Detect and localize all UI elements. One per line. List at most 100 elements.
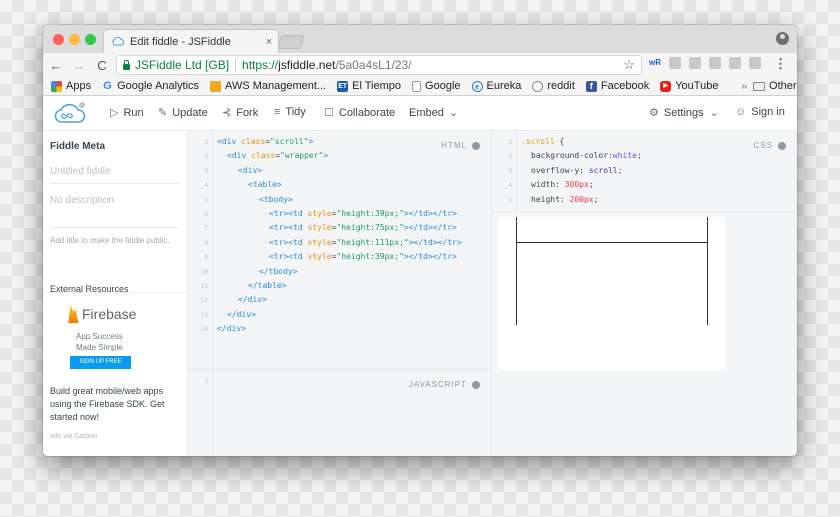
code-line: <tr><td style="height:75px;"></td></tr> xyxy=(269,223,457,233)
bookmark-eureka[interactable]: e Eureka xyxy=(471,80,521,92)
code-line: </div> xyxy=(238,295,267,305)
bookmark-star-icon[interactable]: ☆ xyxy=(623,57,635,73)
extension-icon[interactable] xyxy=(709,57,721,69)
drive-extension-icon[interactable] xyxy=(689,57,701,69)
carbon-ad[interactable]: Firebase App Success Made Simple SIGN UP… xyxy=(43,292,187,456)
close-window-button[interactable] xyxy=(53,34,64,45)
reddit-icon xyxy=(532,80,544,92)
ad-copy[interactable]: Build great mobile/web apps using the Fi… xyxy=(50,385,182,424)
wordreference-extension-icon[interactable]: wR xyxy=(649,57,661,69)
line-number: 4 xyxy=(508,182,512,190)
html-editor[interactable]: 1 2 3 4 5 6 7 8 9 10 11 12 13 14 <div class="scroll">… xyxy=(188,131,492,369)
fiddle-title-input[interactable]: Untitled fiddle xyxy=(50,166,179,184)
lock-icon xyxy=(123,59,130,70)
html-label: HTML xyxy=(441,141,467,150)
collaborate-button[interactable]: ☐ Collaborate xyxy=(324,106,395,120)
bookmark-google[interactable]: Google xyxy=(412,80,461,92)
run-label: Run xyxy=(123,106,144,119)
javascript-editor[interactable]: 1 JAVASCRIPT xyxy=(188,369,492,456)
eureka-icon: e xyxy=(471,80,483,92)
firebase-logo[interactable]: Firebase xyxy=(67,305,136,323)
bookmarks-bar: Apps G Google Analytics AWS Management...… xyxy=(43,77,797,96)
new-tab-button[interactable] xyxy=(277,35,305,49)
jsfiddle-logo[interactable] xyxy=(54,101,86,125)
divider xyxy=(235,58,237,72)
bookmarks-overflow-button[interactable]: » xyxy=(741,81,747,92)
fork-label: Fork xyxy=(236,106,259,119)
smiley-icon: ☺ xyxy=(735,106,747,118)
code-line: </div> xyxy=(227,309,256,319)
fiddle-description-input[interactable]: No description xyxy=(50,195,179,228)
bookmark-google-analytics[interactable]: G Google Analytics xyxy=(102,80,199,92)
sign-up-free-button[interactable]: SIGN UP FREE xyxy=(70,356,131,369)
other-bookmarks[interactable]: Other Bookmarks xyxy=(753,80,797,92)
bookmark-label: Facebook xyxy=(600,80,650,92)
bookmark-aws[interactable]: AWS Management... xyxy=(210,80,326,92)
facebook-icon: f xyxy=(585,80,597,92)
settings-dropdown[interactable]: ⚙ Settings ⌄ xyxy=(649,106,724,120)
bookmark-reddit[interactable]: reddit xyxy=(532,80,575,92)
gear-icon[interactable] xyxy=(472,141,480,150)
back-button[interactable]: ← xyxy=(46,58,66,73)
document-icon xyxy=(412,80,422,92)
line-number: 8 xyxy=(204,239,208,247)
html-panel-label[interactable]: HTML xyxy=(441,141,480,150)
embed-dropdown[interactable]: Embed ⌄ xyxy=(409,106,463,120)
bookmark-facebook[interactable]: f Facebook xyxy=(585,80,650,92)
gear-icon[interactable] xyxy=(778,141,786,150)
line-number: 2 xyxy=(204,153,208,161)
tab-close-icon[interactable]: × xyxy=(260,36,278,48)
javascript-label: JAVASCRIPT xyxy=(408,380,467,389)
sign-in-button[interactable]: ☺ Sign in xyxy=(735,106,785,118)
maximize-window-button[interactable] xyxy=(85,34,96,45)
html-code[interactable]: <div class="scroll"> <div class="wrapper… xyxy=(217,137,462,333)
line-number: 11 xyxy=(200,283,208,290)
update-label: Update xyxy=(172,106,208,119)
reload-button[interactable]: C xyxy=(92,58,112,73)
browser-tab[interactable]: Edit fiddle - JSFiddle × xyxy=(103,29,279,53)
run-button[interactable]: ▷ Run xyxy=(110,106,144,120)
certificate-label[interactable]: JSFiddle Ltd [GB] xyxy=(135,58,229,72)
result-iframe[interactable] xyxy=(498,217,725,370)
forward-button[interactable]: → xyxy=(69,58,89,73)
minimize-window-button[interactable] xyxy=(69,34,80,45)
line-number: 14 xyxy=(200,326,208,334)
tidy-label: Tidy xyxy=(285,106,306,118)
css-code[interactable]: .scroll { background-color:white; overfl… xyxy=(521,137,642,204)
gear-icon[interactable] xyxy=(472,380,480,389)
external-resources-heading[interactable]: External Resources xyxy=(50,284,129,292)
line-number: 2 xyxy=(508,153,512,161)
bookmark-apps[interactable]: Apps xyxy=(51,80,91,92)
result-panel[interactable] xyxy=(492,211,797,456)
line-number: 13 xyxy=(200,311,208,319)
profile-icon[interactable] xyxy=(776,32,789,45)
extension-icon[interactable] xyxy=(749,57,761,69)
align-lines-icon: ≡ xyxy=(274,106,281,118)
tidy-button[interactable]: ≡ Tidy xyxy=(274,106,306,118)
update-button[interactable]: ✎ Update xyxy=(158,106,208,120)
fork-button[interactable]: ⊰ Fork xyxy=(222,106,259,120)
extension-icon[interactable] xyxy=(729,57,741,69)
address-bar[interactable]: JSFiddle Ltd [GB] https:// jsfiddle.net … xyxy=(116,55,642,75)
jsfiddle-header: ▷ Run ✎ Update ⊰ Fork ≡ Tidy ☐ Collaborate Em… xyxy=(43,96,797,131)
javascript-panel-label[interactable]: JAVASCRIPT xyxy=(409,380,480,389)
line-gutter: 1 2 3 4 5 xyxy=(492,131,517,211)
ads-via-carbon-link[interactable]: ads via Carbon xyxy=(50,433,97,440)
browser-menu-icon[interactable]: ⋮ xyxy=(774,56,787,72)
fiddle-meta-heading: Fiddle Meta xyxy=(50,141,106,152)
pencil-icon: ✎ xyxy=(158,107,168,119)
line-number: 5 xyxy=(204,196,208,204)
bookmark-el-tiempo[interactable]: ET El Tiempo xyxy=(337,80,401,92)
css-editor[interactable]: 1 2 3 4 5 .scroll { background-color:white; … xyxy=(492,131,797,211)
line-number: 3 xyxy=(508,167,512,175)
code-line: <table> xyxy=(248,180,282,190)
bookmark-youtube[interactable]: ▶ YouTube xyxy=(660,80,718,92)
el-tiempo-icon: ET xyxy=(337,80,349,92)
css-label: CSS xyxy=(753,141,773,150)
extension-icon[interactable] xyxy=(669,57,681,69)
bookmark-label: reddit xyxy=(547,80,575,92)
fork-icon: ⊰ xyxy=(222,107,232,119)
css-panel-label[interactable]: CSS xyxy=(754,141,786,150)
firebase-brand: Firebase xyxy=(82,306,137,322)
ad-tagline-line: App Success xyxy=(76,332,123,341)
